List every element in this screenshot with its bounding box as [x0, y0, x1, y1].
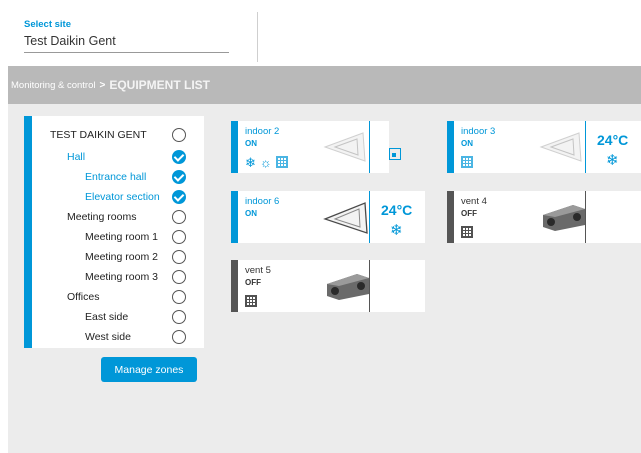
tree-item-label: Meeting room 3: [85, 271, 158, 283]
status-bar: [447, 191, 454, 243]
equipment-card-vent-4[interactable]: vent 4 OFF: [447, 191, 641, 243]
grid-icon: [245, 295, 257, 307]
zone-tree-panel: TEST DAIKIN GENT Hall Entrance hall Elev…: [24, 116, 204, 348]
grid-icon: [461, 226, 473, 238]
card-divider: [369, 191, 370, 243]
radio-icon[interactable]: [172, 290, 186, 304]
card-divider: [369, 121, 370, 173]
tree-item-label: Meeting rooms: [67, 211, 137, 223]
breadcrumb-current: EQUIPMENT LIST: [109, 78, 210, 92]
equipment-state: ON: [245, 139, 257, 148]
equipment-state: ON: [245, 209, 257, 218]
tree-item-meeting-room-1[interactable]: Meeting room 1: [32, 227, 204, 247]
tree-item-label: East side: [85, 311, 129, 323]
ventilation-unit-image: [327, 274, 369, 300]
tree-item-label: Meeting room 1: [85, 231, 158, 243]
cassette-unit-image: [539, 132, 582, 162]
cassette-unit-image: [323, 202, 368, 234]
radio-icon[interactable]: [172, 250, 186, 264]
tree-item-west-side[interactable]: West side: [32, 327, 204, 347]
tree-item-meeting-room-2[interactable]: Meeting room 2: [32, 247, 204, 267]
mode-icons: [461, 225, 473, 239]
mode-icons: ❄ ☼: [245, 155, 288, 169]
snowflake-icon: ❄: [606, 152, 619, 169]
tree-item-label: West side: [85, 331, 131, 343]
equipment-name: indoor 6: [245, 196, 280, 207]
tree-item-label: Hall: [67, 151, 86, 163]
ventilation-unit-image: [543, 205, 585, 231]
radio-icon[interactable]: [172, 230, 186, 244]
breadcrumb-separator: >: [99, 79, 106, 91]
tree-item-meeting-room-3[interactable]: Meeting room 3: [32, 267, 204, 287]
check-circle-icon[interactable]: [172, 190, 186, 204]
tree-item-east-side[interactable]: East side: [32, 307, 204, 327]
tree-item-offices[interactable]: Offices: [32, 287, 204, 307]
remote-icon: [389, 148, 401, 160]
tree-item-hall[interactable]: Hall: [32, 147, 204, 167]
snowflake-icon: ❄: [245, 154, 256, 170]
equipment-state: ON: [461, 139, 473, 148]
tree-item-label: Offices: [67, 291, 100, 303]
radio-icon[interactable]: [172, 270, 186, 284]
grid-icon: [461, 156, 473, 168]
tree-item-entrance-hall[interactable]: Entrance hall: [32, 167, 204, 187]
manage-zones-button[interactable]: Manage zones: [101, 357, 197, 382]
breadcrumb-monitoring-link[interactable]: Monitoring & control: [11, 80, 95, 91]
tree-item-site[interactable]: TEST DAIKIN GENT: [32, 125, 204, 145]
equipment-name: vent 4: [461, 196, 487, 207]
equipment-name: indoor 3: [461, 126, 496, 137]
tree-item-label: Entrance hall: [85, 171, 147, 183]
radio-icon[interactable]: [172, 310, 186, 324]
equipment-card-indoor-6[interactable]: indoor 6 ON 24°C ❄: [231, 191, 425, 243]
check-circle-icon[interactable]: [172, 170, 186, 184]
equipment-state: OFF: [245, 278, 261, 287]
tree-item-label: Elevator section: [85, 191, 160, 203]
app-root: Select site Test Daikin Gent Monitoring …: [0, 0, 641, 453]
temperature-readout: 24°C: [381, 202, 413, 218]
status-bar: [231, 191, 238, 243]
main-area: TEST DAIKIN GENT Hall Entrance hall Elev…: [8, 104, 641, 453]
select-site-label: Select site: [24, 19, 71, 30]
card-divider: [369, 260, 370, 312]
card-divider: [585, 121, 586, 173]
equipment-name: indoor 2: [245, 126, 280, 137]
tree-item-label: Meeting room 2: [85, 251, 158, 263]
site-selector[interactable]: Test Daikin Gent: [24, 33, 229, 53]
mode-icons: [461, 155, 473, 169]
status-bar: [447, 121, 454, 173]
grid-icon: [275, 156, 288, 168]
equipment-card-vent-5[interactable]: vent 5 OFF: [231, 260, 425, 312]
tree-item-elevator-section[interactable]: Elevator section: [32, 187, 204, 207]
radio-icon[interactable]: [172, 330, 186, 344]
radio-icon[interactable]: [172, 128, 186, 142]
temperature-readout: 24°C: [597, 132, 629, 148]
check-circle-icon[interactable]: [172, 150, 186, 164]
radio-icon[interactable]: [172, 210, 186, 224]
status-bar: [231, 121, 238, 173]
tree-item-label: TEST DAIKIN GENT: [50, 129, 147, 141]
mode-icons: [245, 294, 257, 308]
equipment-name: vent 5: [245, 265, 271, 276]
header-divider: [257, 12, 258, 62]
sun-icon: ☼: [259, 154, 272, 170]
equipment-state: OFF: [461, 209, 477, 218]
breadcrumb: Monitoring & control > EQUIPMENT LIST: [8, 66, 641, 104]
cassette-unit-image: [323, 132, 366, 162]
tree-item-meeting-rooms[interactable]: Meeting rooms: [32, 207, 204, 227]
card-divider: [585, 191, 586, 243]
status-bar: [231, 260, 238, 312]
equipment-card-indoor-2[interactable]: indoor 2 ON ❄ ☼: [231, 121, 401, 173]
equipment-card-indoor-3[interactable]: indoor 3 ON 24°C ❄: [447, 121, 641, 173]
snowflake-icon: ❄: [390, 222, 403, 239]
